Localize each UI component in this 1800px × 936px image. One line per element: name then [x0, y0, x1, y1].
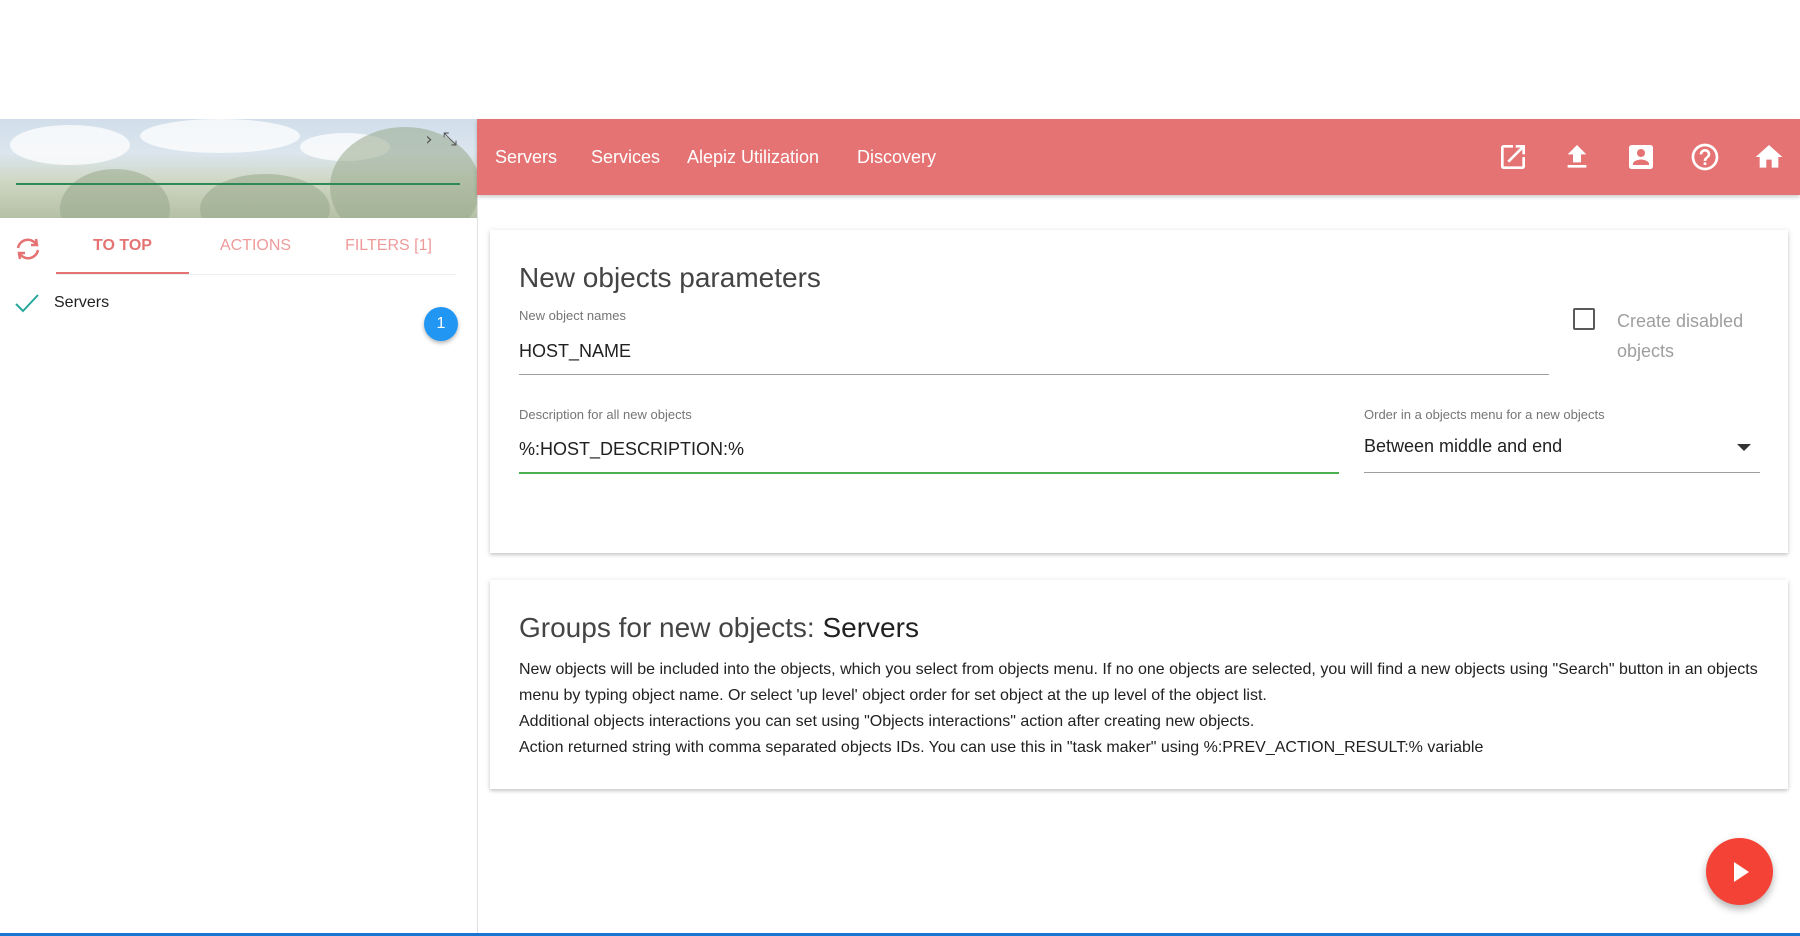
groups-title-value: Servers	[822, 612, 919, 643]
new-objects-parameters-card: New objects parameters New object names …	[490, 230, 1788, 553]
select-underline	[1364, 472, 1760, 473]
object-names-input[interactable]	[519, 338, 1539, 364]
create-disabled-checkbox[interactable]	[1573, 308, 1595, 330]
nav-servers[interactable]: Servers	[495, 119, 557, 195]
home-icon[interactable]	[1753, 141, 1785, 173]
sync-icon[interactable]	[12, 236, 44, 262]
order-label: Order in a objects menu for a new object…	[1364, 407, 1605, 422]
description-line: New objects will be included into the ob…	[519, 661, 1758, 704]
description-line: Additional objects interactions you can …	[519, 713, 1255, 730]
nav-services[interactable]: Services	[591, 119, 660, 195]
description-label: Description for all new objects	[519, 407, 692, 422]
sidebar-header-icons: › ⤡	[425, 129, 457, 150]
active-tab-indicator	[56, 272, 189, 274]
run-action-button[interactable]	[1706, 838, 1773, 905]
input-underline	[519, 374, 1549, 375]
play-icon	[1734, 862, 1749, 882]
objects-sidebar: › ⤡ TO TOP ACTIONS FILTERS [1] Servers 1	[0, 119, 478, 936]
account-box-icon[interactable]	[1625, 141, 1657, 173]
tab-actions[interactable]: ACTIONS	[189, 218, 322, 274]
sidebar-tabs: TO TOP ACTIONS FILTERS [1]	[0, 218, 477, 276]
object-search-input[interactable]	[16, 151, 460, 185]
selected-count-badge[interactable]: 1	[424, 307, 458, 341]
dropdown-arrow-icon[interactable]	[1737, 444, 1751, 451]
input-focus-underline	[519, 472, 1339, 474]
help-icon[interactable]	[1689, 141, 1721, 173]
card-title: New objects parameters	[519, 262, 821, 293]
tab-filters[interactable]: FILTERS [1]	[322, 218, 455, 274]
create-disabled-label: Create disabled objects	[1617, 311, 1744, 361]
top-nav: Servers Services Alepiz Utilization Disc…	[477, 119, 1800, 195]
collapse-icon[interactable]: ⤡	[443, 129, 457, 150]
upload-icon[interactable]	[1561, 141, 1593, 173]
description-line: Action returned string with comma separa…	[519, 739, 1484, 756]
groups-card: Groups for new objects: Servers New obje…	[490, 580, 1788, 789]
object-names-label: New object names	[519, 308, 626, 323]
expand-icon[interactable]: ›	[425, 129, 432, 150]
top-blank-area	[0, 0, 1800, 119]
object-label: Servers	[54, 294, 110, 311]
open-in-new-icon[interactable]	[1497, 141, 1529, 173]
nav-alepiz-utilization[interactable]: Alepiz Utilization	[687, 119, 819, 195]
sidebar-header-image: › ⤡	[0, 119, 477, 218]
object-list-item[interactable]: Servers	[0, 286, 477, 326]
tabs-divider	[56, 274, 456, 275]
tab-to-top[interactable]: TO TOP	[56, 218, 189, 274]
groups-description: New objects will be included into the ob…	[519, 657, 1759, 761]
groups-title: Groups for new objects: Servers	[519, 612, 919, 644]
nav-discovery[interactable]: Discovery	[857, 119, 936, 195]
description-input[interactable]	[519, 436, 1319, 462]
groups-title-prefix: Groups for new objects:	[519, 612, 815, 643]
check-icon	[15, 294, 39, 313]
order-select[interactable]: Between middle and end	[1364, 436, 1562, 457]
